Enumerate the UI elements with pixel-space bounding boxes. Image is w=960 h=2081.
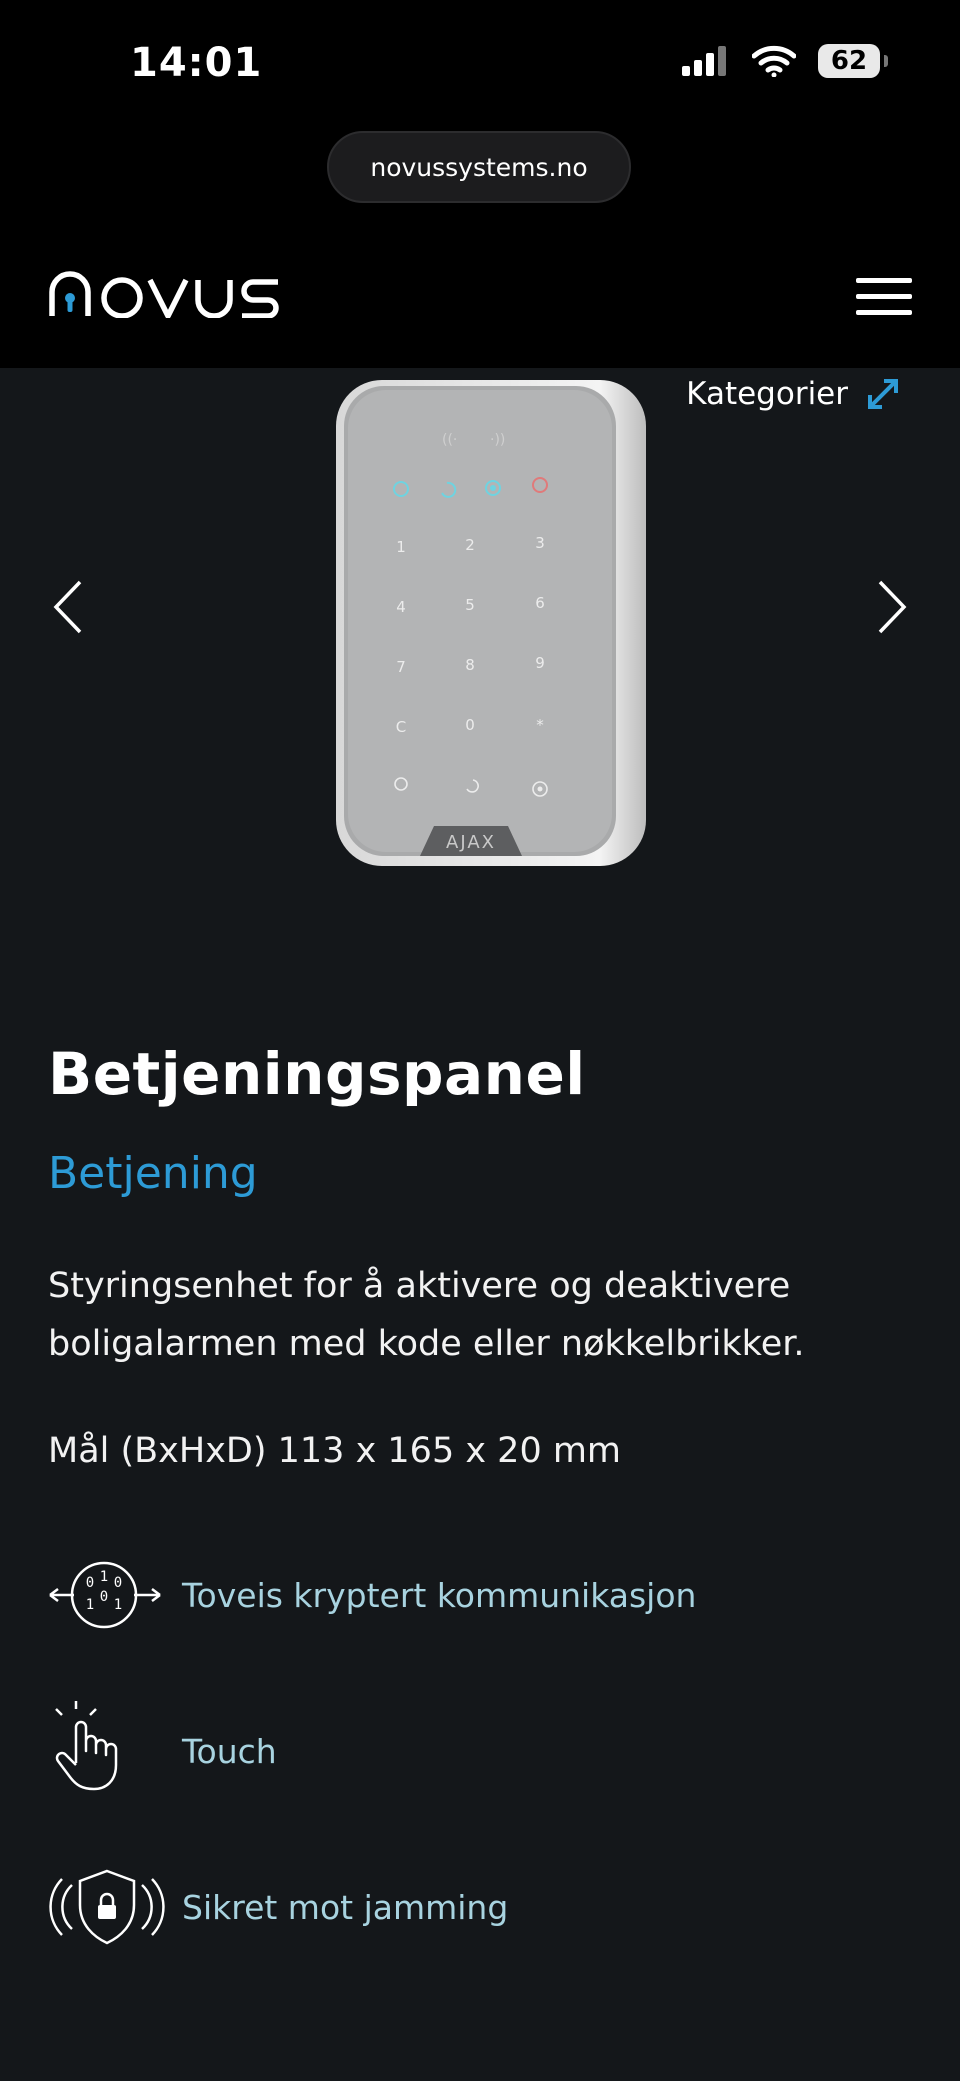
feature-item: 010 101 Toveis kryptert kommunikasjon [48, 1535, 908, 1655]
product-dimensions: Mål (BxHxD) 113 x 165 x 20 mm [48, 1431, 622, 1471]
svg-text:0: 0 [100, 1589, 108, 1605]
keypad-product-image: ((· ·)) 1 2 3 4 5 6 7 8 9 C 0 * AJAX [330, 378, 650, 872]
product-details: Betjeningspanel Betjening Styringsenhet … [48, 1040, 908, 1967]
svg-text:1: 1 [396, 538, 406, 556]
menu-button[interactable] [856, 278, 912, 320]
encrypted-communication-icon: 010 101 [48, 1535, 168, 1655]
product-description: Styringsenhet for å aktivere og deaktive… [48, 1266, 805, 1364]
feature-list: 010 101 Toveis kryptert kommunikasjon To… [48, 1535, 908, 1967]
expand-arrows-icon [868, 379, 898, 409]
svg-text:8: 8 [465, 656, 475, 674]
chevron-left-icon [53, 580, 82, 634]
svg-text:4: 4 [396, 598, 406, 616]
novus-logo[interactable] [48, 270, 284, 322]
status-bar: 14:01 62 [0, 0, 960, 130]
product-category-link[interactable]: Betjening [48, 1148, 908, 1199]
wifi-icon [752, 45, 796, 77]
svg-text:2: 2 [465, 536, 475, 554]
status-icons: 62 [680, 44, 888, 78]
feature-label: Sikret mot jamming [182, 1887, 509, 1927]
hamburger-icon [856, 278, 912, 283]
svg-text:5: 5 [465, 596, 475, 614]
svg-text:C: C [396, 718, 406, 736]
url-text: novussystems.no [370, 152, 588, 182]
svg-text:0: 0 [86, 1575, 94, 1591]
battery-indicator: 62 [818, 44, 888, 78]
url-bar[interactable]: novussystems.no [327, 131, 631, 203]
feature-label: Touch [182, 1731, 277, 1771]
site-header: novussystems.no [0, 130, 960, 368]
carousel-next-button[interactable] [876, 578, 910, 640]
feature-label: Toveis kryptert kommunikasjon [182, 1575, 697, 1615]
svg-text:0: 0 [465, 716, 475, 734]
shield-lock-icon [48, 1847, 168, 1967]
svg-text:1: 1 [114, 1597, 122, 1613]
product-title: Betjeningspanel [48, 1040, 586, 1108]
svg-text:6: 6 [535, 594, 545, 612]
svg-text:·)): ·)) [490, 432, 505, 448]
logo-mark [49, 271, 279, 319]
chevron-right-icon [878, 580, 907, 634]
svg-text:((·: ((· [442, 432, 457, 448]
svg-text:9: 9 [535, 654, 545, 672]
categories-label: Kategorier [686, 376, 848, 412]
svg-text:*: * [536, 716, 544, 734]
feature-item: Touch [48, 1691, 908, 1811]
svg-text:1: 1 [86, 1597, 94, 1613]
svg-text:7: 7 [396, 658, 406, 676]
battery-level: 62 [830, 46, 868, 76]
cellular-signal-icon [682, 46, 726, 76]
touch-hand-icon [48, 1691, 168, 1811]
svg-text:0: 0 [114, 1575, 122, 1591]
product-carousel: ((· ·)) 123 456 789 C 0 * AJAX Kategorie… [0, 368, 960, 928]
svg-text:3: 3 [535, 534, 545, 552]
svg-text:1: 1 [100, 1569, 108, 1585]
carousel-prev-button[interactable] [50, 578, 84, 640]
categories-button[interactable]: Kategorier [686, 376, 900, 412]
device-brand: AJAX [446, 832, 496, 853]
status-time: 14:01 [130, 40, 263, 86]
feature-item: Sikret mot jamming [48, 1847, 908, 1967]
